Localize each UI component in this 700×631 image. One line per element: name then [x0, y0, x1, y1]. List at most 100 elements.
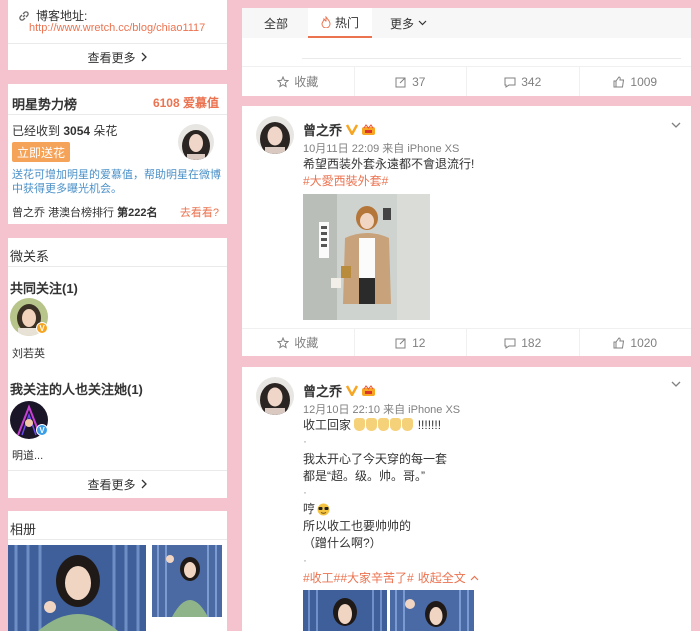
comment-icon [504, 338, 516, 349]
star-rank: 曾之乔 港澳台榜排行 第222名 [12, 204, 157, 220]
post-photo[interactable] [390, 590, 474, 631]
comment-icon [504, 77, 516, 88]
post-photo[interactable] [303, 194, 430, 320]
post-text: 希望西装外套永遠都不會退流行! [303, 157, 475, 171]
divider [302, 58, 681, 59]
author-avatar[interactable] [256, 377, 294, 415]
repost-count: 37 [412, 74, 426, 89]
comment-count: 342 [521, 74, 542, 89]
send-flower-button[interactable]: 立即送花 [12, 142, 70, 162]
verified-v-icon [346, 124, 359, 135]
author-name[interactable]: 曾之乔 [303, 120, 342, 139]
post-dot: · [303, 434, 307, 448]
post-meta: 12月10日 22:10 来自 iPhone XS [303, 404, 461, 416]
rank-link[interactable]: 去看看? [180, 204, 219, 220]
blog-more-label: 查看更多 [87, 50, 136, 65]
repost-button[interactable]: 37 [355, 67, 467, 96]
chevron-up-icon[interactable] [470, 575, 479, 581]
tab-hot-label: 热门 [334, 15, 359, 30]
blog-more-button[interactable]: 查看更多 [8, 44, 227, 70]
post-photo[interactable] [303, 590, 387, 631]
score-value: 6108 [152, 96, 180, 110]
chevron-down-icon[interactable] [671, 120, 681, 130]
tab-more-label: 更多 [390, 16, 415, 31]
received-suffix: 朵花 [93, 124, 118, 138]
album-card: 相册 [8, 511, 227, 631]
collapse-text-link[interactable]: 收起全文 [418, 570, 466, 586]
received-count: 3054 [63, 124, 91, 138]
like-count: 1020 [630, 335, 658, 350]
rank-name: 曾之乔 [12, 207, 45, 219]
rank-value: 第222名 [117, 207, 158, 219]
tab-hot[interactable]: 热门 [308, 8, 372, 38]
feed-top-card: 全部 热门 更多 收藏 37 342 1009 [242, 8, 691, 96]
chevron-right-icon [141, 52, 147, 62]
divider [8, 114, 227, 115]
like-count: 1009 [630, 74, 658, 89]
comment-button[interactable]: 182 [467, 329, 580, 356]
star-avatar[interactable] [178, 124, 214, 160]
tab-all[interactable]: 全部 [254, 8, 298, 38]
favorite-label: 收藏 [294, 336, 319, 350]
verified-badge-icon: V [36, 424, 48, 436]
received-prefix: 已经收到 [12, 124, 61, 138]
post-tags-row: #收工##大家辛苦了# 收起全文 [303, 570, 479, 586]
thumbs-up-icon [613, 336, 625, 348]
blog-card: 博客地址: http://www.wretch.cc/blog/chiao111… [8, 0, 227, 70]
album-photo-2[interactable] [152, 545, 222, 617]
post-hashtags[interactable]: #收工##大家辛苦了# [303, 570, 414, 586]
divider [8, 266, 227, 267]
rank-board: 港澳台榜排行 [48, 207, 115, 219]
author-name[interactable]: 曾之乔 [303, 381, 342, 400]
victory-hand-icon [390, 418, 402, 431]
feed-tabs: 全部 热门 更多 [242, 8, 691, 38]
favorite-button[interactable]: 收藏 [242, 67, 355, 96]
star-desc: 送花可增加明星的爱慕值，帮助明星在微博中获得更多曝光机会。 [12, 169, 221, 195]
repost-button[interactable]: 12 [355, 329, 467, 356]
blog-url-link[interactable]: http://www.wretch.cc/blog/chiao1117 [29, 22, 205, 34]
post-line-3: 都是“超。级。帅。哥。” [303, 469, 425, 483]
tab-more[interactable]: 更多 [382, 8, 427, 38]
favorite-button[interactable]: 收藏 [242, 329, 355, 356]
follow-user-name[interactable]: 明道... [12, 447, 43, 463]
post-line-4-text: 哼 [303, 502, 316, 516]
favorite-label: 收藏 [294, 75, 319, 89]
victory-hand-icon [354, 418, 366, 431]
post-line-1-text: 收工回家 [303, 418, 352, 432]
like-button[interactable]: 1020 [580, 329, 692, 356]
post-card: 曾之乔 10月11日 22:09 来自 iPhone XS 希望西装外套永遠都不… [242, 106, 691, 356]
score-unit: 爱慕值 [182, 96, 219, 110]
author-row: 曾之乔 [303, 120, 376, 139]
mutual-follow-title: 共同关注(1) [10, 281, 78, 296]
star-icon [277, 75, 290, 88]
star-power-card: 明星势力榜 6108 爱慕值 已经收到 3054 朵花 立即送花 送花可增加明星… [8, 84, 227, 224]
post-meta: 10月11日 22:09 来自 iPhone XS [303, 143, 460, 155]
member-crown-icon [362, 124, 376, 135]
post-hashtag[interactable]: #大愛西裝外套# [303, 173, 388, 189]
comment-button[interactable]: 342 [467, 67, 580, 96]
link-icon [19, 10, 29, 21]
divider [8, 539, 227, 540]
chevron-right-icon [141, 479, 147, 489]
also-follow-title: 我关注的人也关注她(1) [10, 382, 143, 397]
victory-hand-icon [366, 418, 378, 431]
author-avatar[interactable] [256, 116, 294, 154]
repost-icon [395, 338, 406, 348]
verified-badge-icon: V [36, 322, 48, 334]
sunglasses-emoji-icon [317, 503, 330, 515]
post-line-1-tail: !!!!!!! [417, 418, 442, 432]
repost-count: 12 [412, 335, 426, 350]
chevron-down-icon [418, 20, 427, 26]
thumbs-up-icon [613, 75, 625, 87]
like-button[interactable]: 1009 [580, 67, 692, 96]
victory-hand-icon [378, 418, 390, 431]
author-row: 曾之乔 [303, 381, 376, 400]
post-line-5: 所以收工也要帅帅的 [303, 519, 412, 533]
member-crown-icon [362, 385, 376, 396]
album-photo-1[interactable] [8, 545, 146, 631]
relations-more-button[interactable]: 查看更多 [8, 471, 227, 497]
relations-title: 微关系 [10, 249, 50, 264]
chevron-down-icon[interactable] [671, 379, 681, 389]
star-power-title: 明星势力榜 [12, 97, 78, 112]
mutual-user-name[interactable]: 刘若英 [12, 345, 45, 361]
